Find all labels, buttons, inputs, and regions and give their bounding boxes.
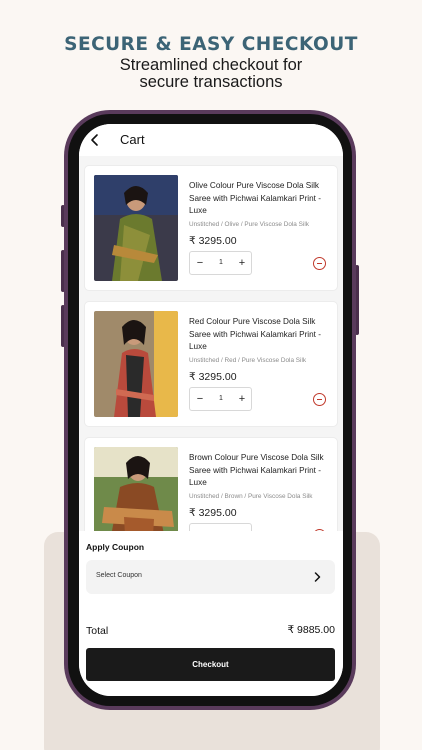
product-variant: Unstitched / Brown / Pure Viscose Dola S…: [189, 493, 313, 500]
product-price: ₹ 3295.00: [189, 235, 237, 247]
checkout-button[interactable]: Checkout: [86, 648, 335, 681]
total-value: ₹ 9885.00: [287, 624, 335, 636]
product-name[interactable]: Olive Colour Pure Viscose Dola Silk Sare…: [189, 180, 329, 218]
promo-subline-line-1: Streamlined checkout for: [119, 56, 303, 74]
chevron-right-icon: [314, 572, 321, 582]
promo-subline-line-2: secure transactions: [139, 73, 283, 91]
remove-item-icon[interactable]: [313, 257, 326, 270]
remove-item-icon[interactable]: [313, 393, 326, 406]
product-price: ₹ 3295.00: [189, 371, 237, 383]
page-title: Cart: [120, 132, 145, 147]
coupon-heading: Apply Coupon: [86, 542, 145, 552]
quantity-value: 1: [219, 395, 223, 402]
product-name[interactable]: Red Colour Pure Viscose Dola Silk Saree …: [189, 316, 329, 354]
cart-item: Red Colour Pure Viscose Dola Silk Saree …: [84, 301, 338, 427]
coupon-select[interactable]: Select Coupon: [86, 560, 335, 594]
quantity-value: 1: [219, 259, 223, 266]
promo-subline: Streamlined checkout for secure transact…: [0, 57, 422, 91]
checkout-panel: Apply Coupon Select Coupon Total ₹ 9885.…: [79, 531, 343, 696]
quantity-stepper: − 1 +: [189, 251, 252, 275]
product-image[interactable]: [94, 311, 178, 417]
promo-headline: SECURE & EASY CHECKOUT: [64, 34, 358, 55]
cart-item: Olive Colour Pure Viscose Dola Silk Sare…: [84, 165, 338, 291]
top-bar: Cart: [79, 124, 343, 156]
back-arrow-icon[interactable]: [89, 133, 101, 147]
product-variant: Unstitched / Red / Pure Viscose Dola Sil…: [189, 357, 307, 364]
product-variant: Unstitched / Olive / Pure Viscose Dola S…: [189, 221, 309, 228]
product-image[interactable]: [94, 175, 178, 281]
quantity-stepper: − 1 +: [189, 387, 252, 411]
increase-quantity-button[interactable]: +: [235, 388, 249, 410]
increase-quantity-button[interactable]: +: [235, 252, 249, 274]
product-price: ₹ 3295.00: [189, 507, 237, 519]
total-label: Total: [86, 625, 109, 637]
decrease-quantity-button[interactable]: −: [193, 252, 207, 274]
decrease-quantity-button[interactable]: −: [193, 388, 207, 410]
product-name[interactable]: Brown Colour Pure Viscose Dola Silk Sare…: [189, 452, 329, 490]
coupon-select-label: Select Coupon: [96, 572, 142, 579]
phone-screen: Cart Olive Colour Pure Viscose Dola Silk…: [79, 124, 343, 696]
